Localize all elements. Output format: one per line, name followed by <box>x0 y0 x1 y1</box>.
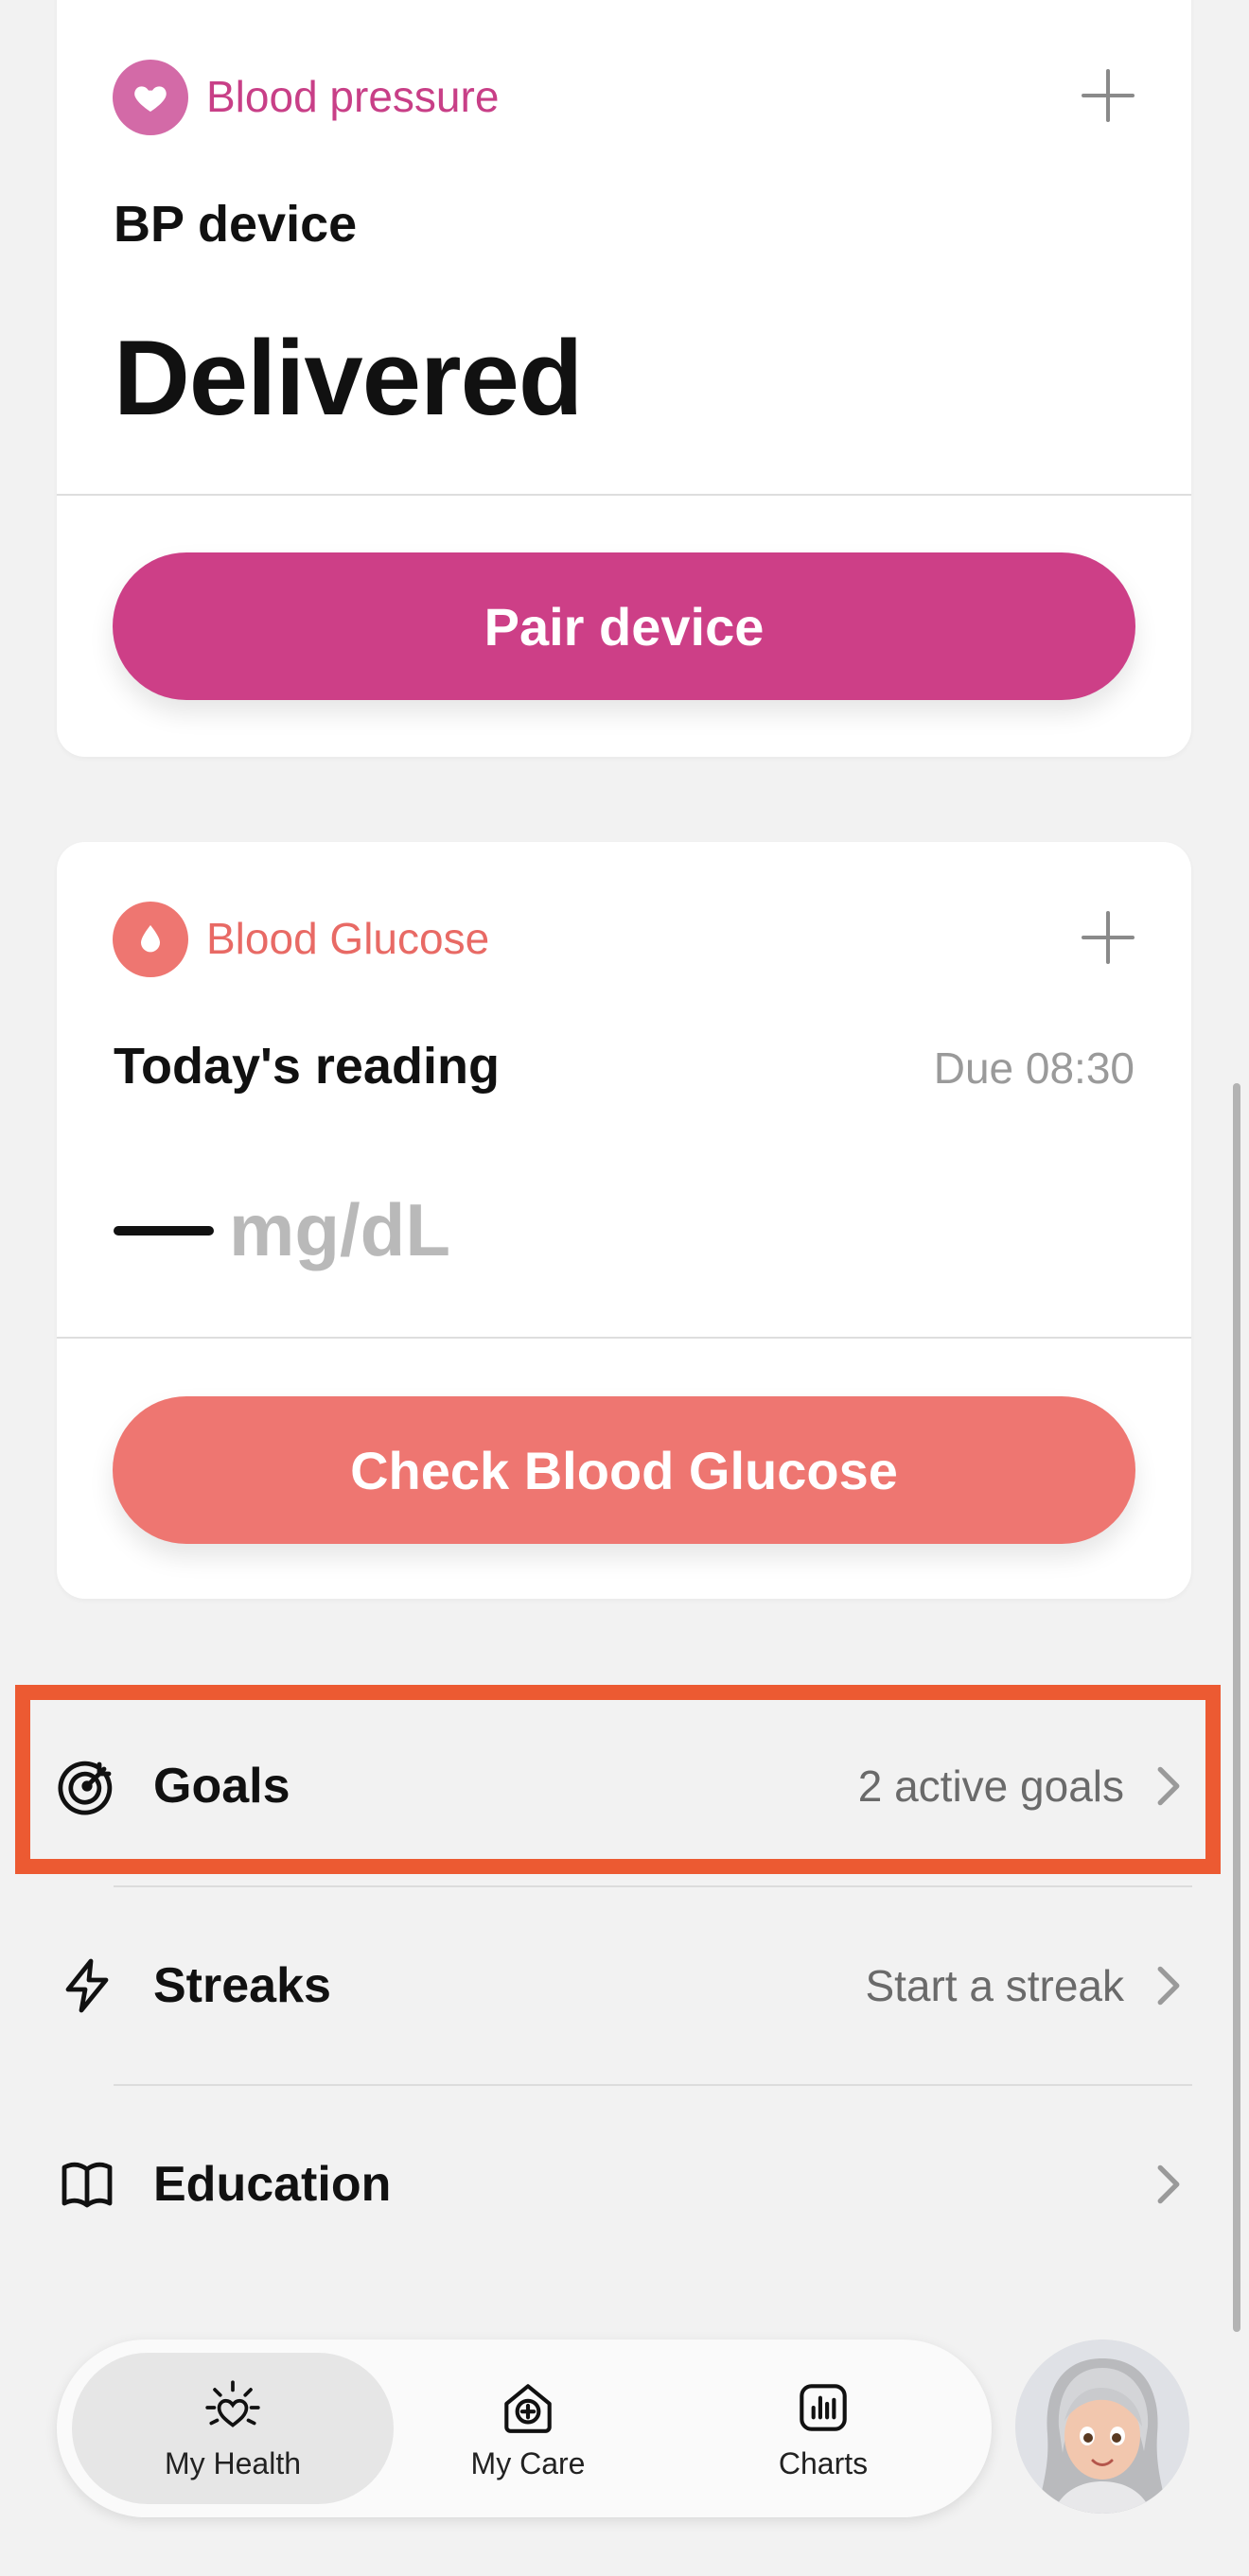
tab-label: Charts <box>778 2445 869 2480</box>
glucose-unit: mg/dL <box>229 1188 450 1271</box>
house-plus-icon <box>504 2383 552 2433</box>
list-item-streaks[interactable]: Streaks Start a streak <box>57 1910 1192 2061</box>
due-time: Due 08:30 <box>933 1043 1135 1093</box>
blood-pressure-card: Blood pressure BP device Delivered Pair … <box>57 0 1191 757</box>
lightning-icon <box>57 1955 117 2016</box>
goals-highlight-frame <box>15 1685 1221 1874</box>
list-divider <box>114 2084 1192 2086</box>
streaks-status: Start a streak <box>865 1961 1124 2010</box>
drop-icon <box>113 902 188 977</box>
list-item-education[interactable]: Education <box>57 2109 1192 2260</box>
scrollbar[interactable] <box>1233 1083 1240 2332</box>
education-title: Education <box>153 2157 392 2212</box>
tab-my-health[interactable]: My Health <box>72 2353 394 2504</box>
chevron-right-icon <box>1145 1962 1192 2009</box>
glucose-value: mg/dL <box>114 1187 450 1273</box>
pair-device-button[interactable]: Pair device <box>113 552 1135 700</box>
card-divider <box>57 1337 1191 1339</box>
avatar[interactable] <box>1015 2339 1189 2514</box>
check-blood-glucose-button[interactable]: Check Blood Glucose <box>113 1396 1135 1544</box>
add-bp-reading-button[interactable] <box>1082 69 1135 122</box>
heart-icon <box>113 60 188 135</box>
book-icon <box>57 2154 117 2215</box>
tab-label: My Health <box>164 2445 302 2480</box>
device-name: BP device <box>114 196 358 253</box>
add-glucose-reading-button[interactable] <box>1082 911 1135 964</box>
tab-label: My Care <box>470 2445 586 2480</box>
chevron-right-icon <box>1145 2161 1192 2208</box>
card-title: Blood pressure <box>206 72 500 121</box>
tab-charts[interactable]: Charts <box>662 2353 984 2504</box>
blood-glucose-card: Blood Glucose Today's reading Due 08:30 … <box>57 842 1191 1599</box>
bottom-nav: My Health My Care Charts <box>57 2339 992 2517</box>
card-title: Blood Glucose <box>206 914 490 963</box>
card-divider <box>57 494 1191 496</box>
empty-value-dash <box>114 1225 214 1235</box>
streaks-title: Streaks <box>153 1958 331 2013</box>
heart-sun-icon <box>205 2379 260 2427</box>
bar-chart-icon <box>800 2383 847 2431</box>
tab-my-care[interactable]: My Care <box>367 2353 689 2504</box>
list-divider <box>114 1885 1192 1887</box>
device-status: Delivered <box>114 319 583 437</box>
reading-title: Today's reading <box>114 1038 500 1095</box>
